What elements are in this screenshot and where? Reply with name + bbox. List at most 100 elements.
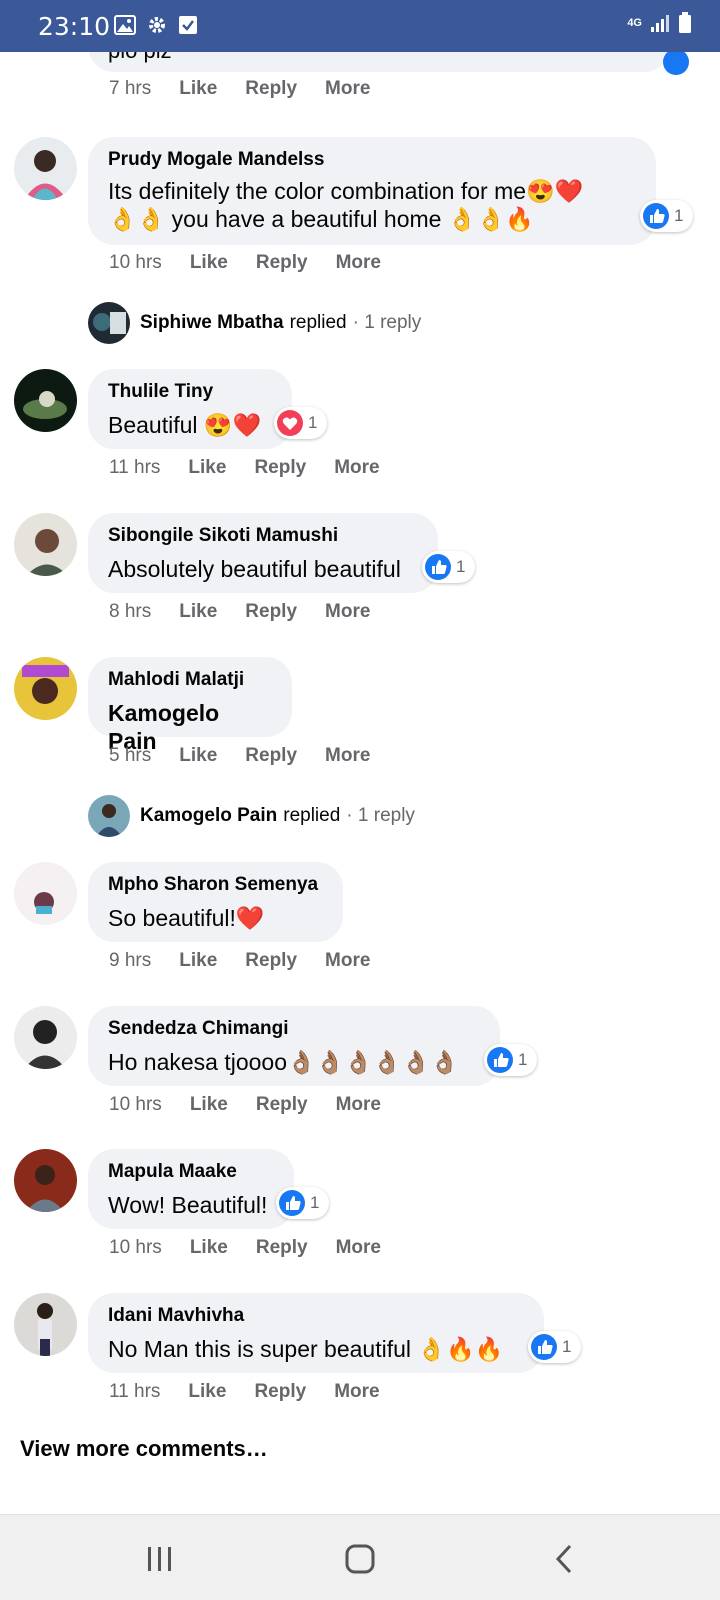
reply-verb: replied [283,805,341,826]
reply-author: Kamogelo Pain [140,805,278,826]
status-icons-left [114,14,198,36]
comment-actions: 7 hrs Like Reply More [109,78,398,100]
comment-author[interactable]: Mapula Maake [108,1161,274,1183]
reaction-count: 1 [308,413,318,432]
comment-time: 8 hrs [109,601,152,622]
comment-text: plo plz [108,52,172,64]
reply-count: · 1 reply [346,805,415,826]
like-button[interactable]: Like [188,1381,226,1403]
back-button[interactable] [544,1539,584,1579]
comment-author[interactable]: Sendedza Chimangi [108,1018,480,1040]
reaction-badge[interactable]: 1 [274,407,328,439]
more-button[interactable]: More [336,1094,381,1116]
reply-button[interactable]: Reply [256,1237,308,1259]
home-button[interactable] [340,1539,380,1579]
comment-actions: 10 hrs Like Reply More [109,252,409,274]
comment-time: 10 hrs [109,1237,162,1258]
reply-button[interactable]: Reply [245,745,297,767]
comment-text-line-2: 👌👌 you have a beautiful home 👌👌🔥 [108,206,534,232]
reaction-badge[interactable]: 1 [640,200,694,232]
reply-button[interactable]: Reply [256,1094,308,1116]
comment-actions: 11 hrs Like Reply More [109,1381,408,1403]
reaction-badge[interactable]: 1 [276,1187,330,1219]
more-button[interactable]: More [336,252,381,274]
home-icon [345,1544,375,1574]
comment-bubble: Mpho Sharon Semenya So beautiful!❤️ [88,862,343,942]
more-button[interactable]: More [334,457,379,479]
settings-icon [149,17,165,33]
comment-author[interactable]: Prudy Mogale Mandelss [108,149,636,171]
comment-bubble: Prudy Mogale Mandelss Its definitely the… [88,137,656,245]
avatar[interactable] [14,862,77,925]
like-reaction-icon [279,1190,305,1216]
status-time: 23:10 [38,12,111,41]
comment-bubble: plo plz [88,52,689,75]
comment-text: No Man this is super beautiful 👌🔥🔥 [108,1336,504,1362]
comment-actions: 8 hrs Like Reply More [109,601,398,623]
like-button[interactable]: Like [179,601,217,623]
comment-time: 10 hrs [109,1094,162,1115]
recent-apps-icon [148,1547,171,1571]
reply-button[interactable]: Reply [256,252,308,274]
signal-icon [651,15,669,32]
comment-author[interactable]: Mahlodi Malatji [108,669,272,691]
like-button[interactable]: Like [190,1237,228,1259]
reply-button[interactable]: Reply [254,1381,306,1403]
comment-bubble: Sibongile Sikoti Mamushi Absolutely beau… [88,513,438,593]
reaction-count: 1 [310,1193,320,1212]
like-button[interactable]: Like [190,252,228,274]
more-button[interactable]: More [336,1237,381,1259]
avatar[interactable] [14,1293,77,1356]
comment-author[interactable]: Idani Mavhivha [108,1305,524,1327]
recent-apps-button[interactable] [140,1539,180,1579]
avatar[interactable] [14,1149,77,1212]
view-more-comments-link[interactable]: View more comments… [20,1436,268,1462]
reaction-badge[interactable]: 1 [484,1044,538,1076]
more-button[interactable]: More [325,745,370,767]
comment-text: Wow! Beautiful! [108,1192,268,1218]
comment-bubble: Sendedza Chimangi Ho nakesa tjoooo👌🏽👌🏽👌🏽… [88,1006,500,1086]
more-button[interactable]: More [325,950,370,972]
avatar[interactable] [14,657,77,720]
comment-time: 11 hrs [109,1381,161,1402]
comment-time: 9 hrs [109,950,152,971]
reaction-badge[interactable]: 1 [422,551,476,583]
navigation-bar [0,1514,720,1600]
like-reaction-icon [425,554,451,580]
comment-author[interactable]: Thulile Tiny [108,381,272,403]
comment-text: So beautiful!❤️ [108,905,265,931]
reply-count: · 1 reply [352,312,422,333]
more-button[interactable]: More [325,78,370,100]
like-button[interactable]: Like [179,950,217,972]
like-button[interactable]: Like [188,457,226,479]
avatar[interactable] [14,513,77,576]
like-reaction-icon [663,52,689,75]
avatar[interactable] [14,137,77,200]
reply-button[interactable]: Reply [245,950,297,972]
comment-author[interactable]: Sibongile Sikoti Mamushi [108,525,418,547]
comment-time: 10 hrs [109,252,162,273]
avatar[interactable] [14,1006,77,1069]
more-button[interactable]: More [325,601,370,623]
comment-time: 5 hrs [109,745,152,766]
reply-button[interactable]: Reply [245,78,297,100]
network-type: 4G [627,17,642,29]
replies-link[interactable]: Kamogelo Pain replied · 1 reply [88,795,415,837]
avatar[interactable] [14,369,77,432]
comments-feed[interactable]: plo plz 7 hrs Like Reply More Prudy Moga… [0,52,720,1514]
like-button[interactable]: Like [179,745,217,767]
replies-link[interactable]: Siphiwe Mbatha replied · 1 reply [88,302,421,344]
comment-author[interactable]: Mpho Sharon Semenya [108,874,323,896]
reaction-badge[interactable] [662,52,690,81]
like-button[interactable]: Like [190,1094,228,1116]
reply-verb: replied [289,312,347,333]
reaction-count: 1 [674,206,684,225]
like-button[interactable]: Like [179,78,217,100]
more-button[interactable]: More [334,1381,379,1403]
reply-button[interactable]: Reply [245,601,297,623]
reply-button[interactable]: Reply [254,457,306,479]
reaction-badge[interactable]: 1 [528,1331,582,1363]
love-reaction-icon [277,410,303,436]
reaction-count: 1 [562,1337,572,1356]
checkbox-icon [179,16,197,34]
